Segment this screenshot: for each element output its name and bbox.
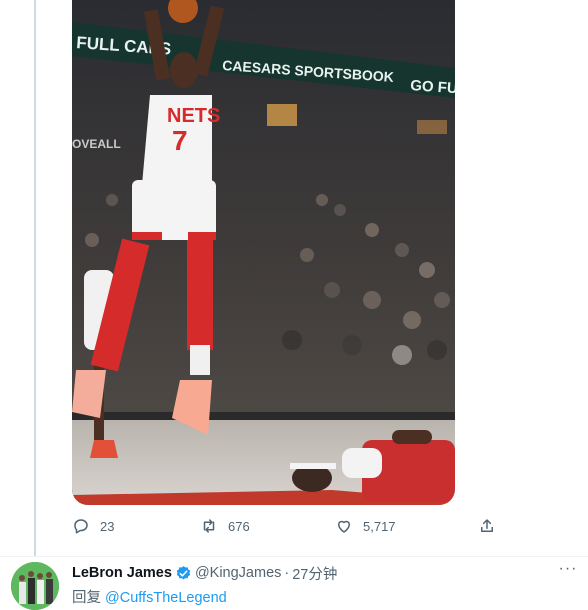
jersey-number-text: 7 (172, 125, 188, 156)
share-button[interactable] (478, 517, 496, 535)
reply-icon (74, 519, 88, 534)
retweet-count: 676 (228, 518, 250, 534)
like-icon (338, 520, 350, 533)
share-icon (481, 519, 493, 532)
separator-dot: · (284, 565, 290, 581)
more-icon[interactable]: ··· (558, 561, 578, 581)
thread-connector-line (34, 0, 36, 556)
like-button[interactable]: 5,717 (335, 517, 396, 535)
display-name[interactable]: LeBron James (72, 565, 172, 581)
reply-mention-link[interactable]: @CuffsTheLegend (105, 590, 227, 606)
replying-to-label: 回复 (72, 590, 101, 606)
retweet-button[interactable]: 676 (200, 517, 250, 535)
jersey-team-text: NETS (167, 105, 220, 127)
replying-to: 回复 @CuffsTheLegend (72, 586, 227, 607)
tweet-divider (0, 556, 588, 557)
timestamp[interactable]: 27分钟 (292, 563, 337, 584)
tweet-photo[interactable]: FULL CAES CAESARS SPORTSBOOK GO FUL OVEA… (72, 0, 455, 505)
user-handle[interactable]: @KingJames (195, 565, 281, 581)
side-sign-text: OVEALL (72, 137, 121, 151)
reply-header: LeBron James @KingJames · 27分钟 (72, 563, 337, 583)
reply-count: 23 (100, 518, 115, 534)
like-count: 5,717 (363, 518, 396, 534)
tweet-action-bar: 23 676 5,717 (72, 517, 502, 541)
retweet-icon (203, 519, 215, 533)
reply-button[interactable]: 23 (72, 517, 114, 535)
verified-badge-icon (176, 565, 191, 580)
avatar[interactable] (11, 562, 59, 610)
